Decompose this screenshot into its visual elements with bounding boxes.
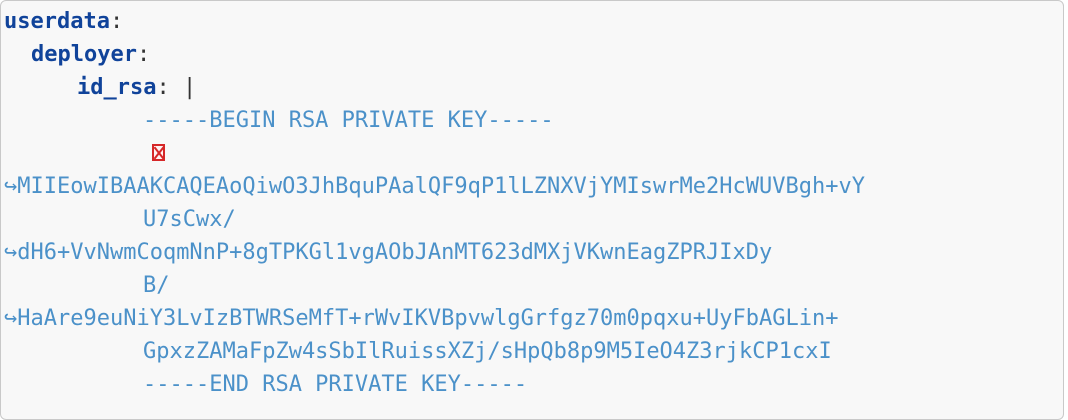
begin-marker-line: -----BEGIN RSA PRIVATE KEY-----: [143, 108, 554, 133]
continuation-arrow-icon: ↪: [4, 174, 18, 199]
colon: :: [156, 75, 170, 100]
key-line-3: ↪HaAre9euNiY3LvIzBTWRSeMfT+rWvIKVBpvwlgG…: [4, 302, 838, 335]
end-marker-line: -----END RSA PRIVATE KEY-----: [143, 372, 528, 397]
marker-line: [152, 137, 165, 170]
continuation-arrow-icon: ↪: [4, 306, 18, 331]
key-line-2: ↪dH6+VvNwmCoqmNnP+8gTPKGl1vgAObJAnMT623d…: [4, 236, 772, 269]
colon: :: [109, 9, 124, 34]
code-block: userdata: deployer: id_rsa: | -----BEGIN…: [0, 0, 1064, 420]
key-text-2: dH6+VvNwmCoqmNnP+8gTPKGl1vgAObJAnMT623dM…: [17, 240, 773, 265]
yaml-line-deployer: deployer:: [31, 38, 150, 71]
yaml-line-id-rsa: id_rsa: |: [77, 71, 196, 104]
key-line-1: ↪MIIEowIBAAKCAQEAoQiwO3JhBquPAalQF9qP1lL…: [4, 170, 865, 203]
yaml-line-userdata: userdata:: [4, 5, 123, 38]
key-text-1: MIIEowIBAAKCAQEAoQiwO3JhBquPAalQF9qP1lLZ…: [17, 174, 865, 199]
colon: :: [136, 42, 151, 67]
block-scalar-indicator: |: [182, 75, 197, 100]
key-line-3-wrap: GpxzZAMaFpZw4sSbIlRuissXZj/sHpQb8p9M5IeO…: [143, 339, 832, 364]
continuation-arrow-icon: ↪: [4, 240, 18, 265]
yaml-key-id-rsa: id_rsa: [77, 75, 157, 100]
yaml-key-userdata: userdata: [4, 9, 110, 34]
key-line-1-wrap: U7sCwx/: [143, 207, 236, 232]
key-text-3: HaAre9euNiY3LvIzBTWRSeMfT+rWvIKVBpvwlgGr…: [17, 306, 839, 331]
key-line-2-wrap: B/: [143, 273, 170, 298]
invalid-character-icon: [152, 144, 165, 161]
yaml-key-deployer: deployer: [31, 42, 137, 67]
